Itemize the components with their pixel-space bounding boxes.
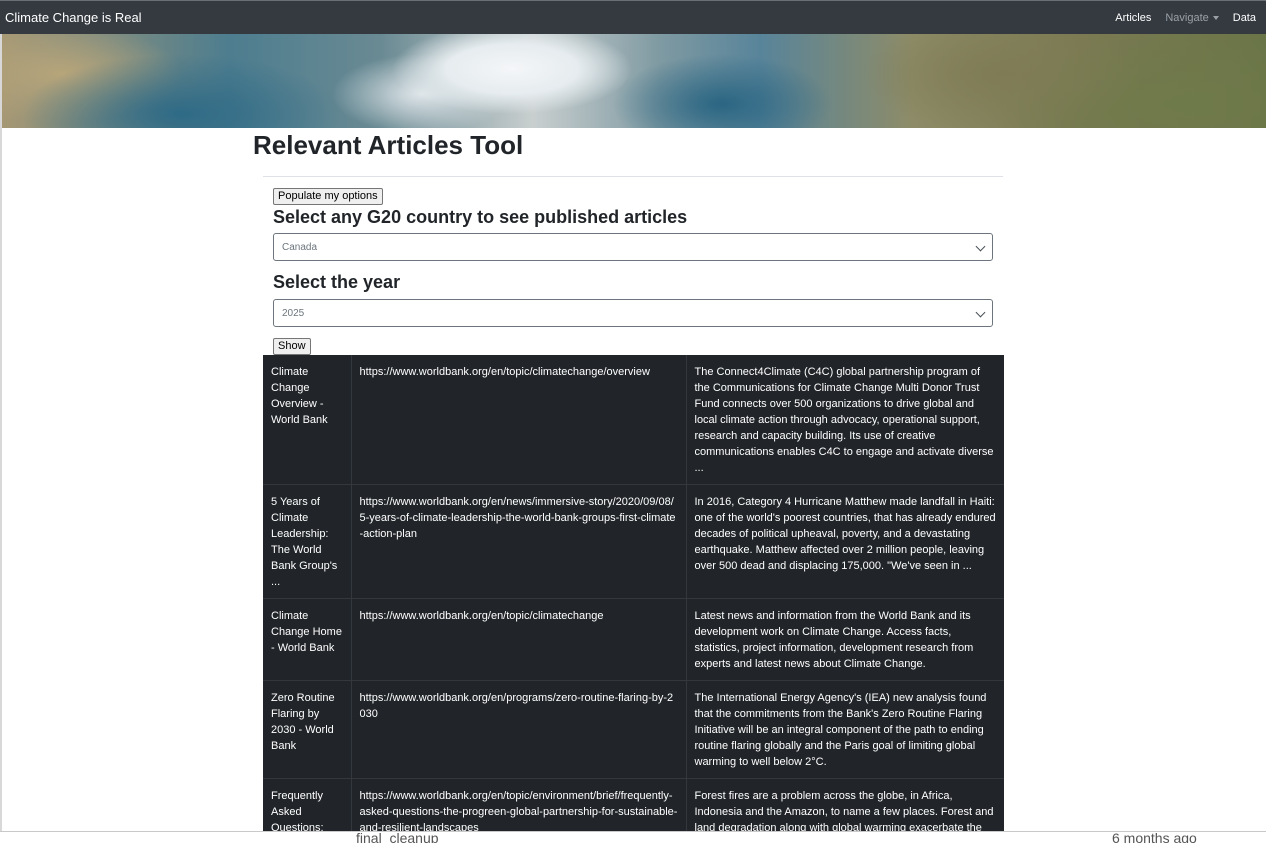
- year-select[interactable]: 2025: [273, 299, 993, 327]
- populate-options-button[interactable]: Populate my options: [273, 188, 383, 205]
- article-url-cell[interactable]: https://www.worldbank.org/en/topic/envir…: [351, 778, 687, 831]
- commit-message: final_cleanup: [356, 831, 439, 843]
- brand-link[interactable]: Climate Change is Real: [5, 10, 142, 25]
- year-select-value: 2025: [282, 307, 305, 319]
- nav-link-data[interactable]: Data: [1233, 12, 1256, 24]
- chevron-down-icon: [975, 307, 986, 318]
- year-select-label: Select the year: [273, 272, 401, 292]
- article-url-cell[interactable]: https://www.worldbank.org/en/topic/clima…: [351, 598, 687, 681]
- table-row: Frequently Asked Questions: The PROGREEN…: [263, 778, 1004, 831]
- nav-dropdown-navigate[interactable]: Navigate: [1165, 11, 1219, 24]
- country-select-value: Canada: [282, 241, 318, 253]
- window-left-edge: [0, 34, 2, 831]
- articles-table: Climate Change Overview - World Bank htt…: [263, 355, 1004, 831]
- top-navbar: Climate Change is Real Articles Navigate…: [0, 0, 1266, 34]
- article-url-cell[interactable]: https://www.worldbank.org/en/topic/clima…: [351, 355, 687, 485]
- page-title: Relevant Articles Tool: [253, 130, 524, 160]
- caret-down-icon: [1212, 15, 1219, 20]
- article-url-cell[interactable]: https://www.worldbank.org/en/news/immers…: [351, 484, 687, 599]
- article-title-cell: 5 Years of Climate Leadership: The World…: [263, 484, 352, 599]
- article-description-cell: The Connect4Climate (C4C) global partner…: [686, 355, 1004, 485]
- article-title-cell: Frequently Asked Questions: The PROGREEN: [263, 778, 352, 831]
- satellite-map-banner: [2, 34, 1266, 128]
- article-description-cell: The International Energy Agency's (IEA) …: [686, 680, 1004, 779]
- article-description-cell: In 2016, Category 4 Hurricane Matthew ma…: [686, 484, 1004, 599]
- nav-dropdown-label: Navigate: [1165, 11, 1209, 24]
- article-description-cell: Forest fires are a problem across the gl…: [686, 778, 1004, 831]
- country-select[interactable]: Canada: [273, 233, 993, 261]
- nav-links: Articles Navigate Data: [1115, 12, 1256, 24]
- article-description-cell: Latest news and information from the Wor…: [686, 598, 1004, 681]
- table-row: 5 Years of Climate Leadership: The World…: [263, 484, 1004, 599]
- table-row: Zero Routine Flaring by 2030 - World Ban…: [263, 680, 1004, 779]
- title-divider: [263, 176, 1003, 177]
- background-window-strip: final_cleanup 6 months ago: [0, 831, 1266, 843]
- table-row: Climate Change Overview - World Bank htt…: [263, 355, 1004, 485]
- article-title-cell: Climate Change Home - World Bank: [263, 598, 352, 681]
- nav-link-articles[interactable]: Articles: [1115, 12, 1151, 24]
- country-select-label: Select any G20 country to see published …: [273, 207, 688, 227]
- article-title-cell: Zero Routine Flaring by 2030 - World Ban…: [263, 680, 352, 779]
- table-row: Climate Change Home - World Bank https:/…: [263, 598, 1004, 681]
- show-button[interactable]: Show: [273, 338, 311, 355]
- chevron-down-icon: [975, 241, 986, 252]
- article-url-cell[interactable]: https://www.worldbank.org/en/programs/ze…: [351, 680, 687, 779]
- article-title-cell: Climate Change Overview - World Bank: [263, 355, 352, 485]
- app-page: Climate Change is Real Articles Navigate…: [0, 0, 1266, 843]
- commit-age: 6 months ago: [1112, 831, 1197, 843]
